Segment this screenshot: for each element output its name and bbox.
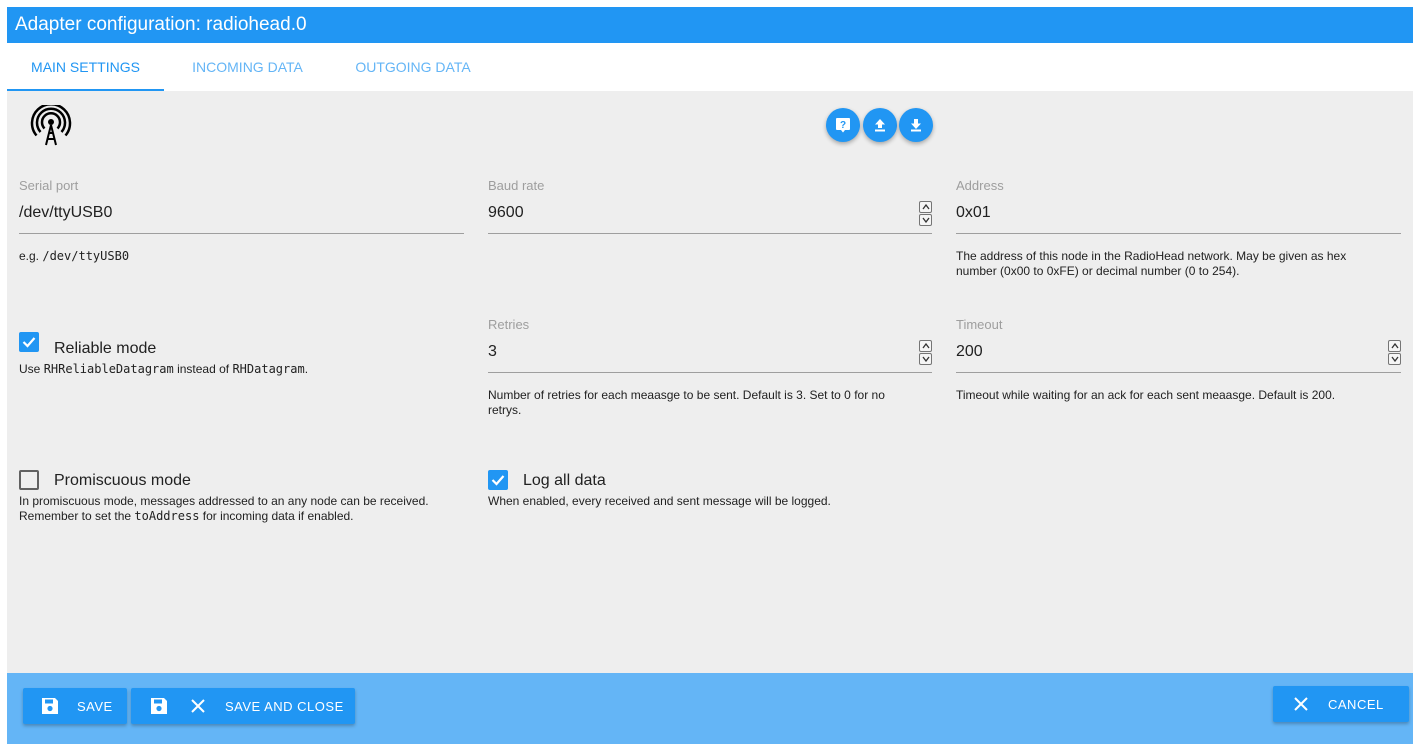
window-title: Adapter configuration: radiohead.0 (7, 7, 1413, 43)
save-label: SAVE (77, 698, 113, 714)
log-all-data-help: When enabled, every received and sent me… (488, 494, 831, 508)
promiscuous-mode-option: Promiscuous mode In promiscuous mode, me… (19, 470, 464, 530)
baud-rate-stepper[interactable] (919, 201, 932, 226)
baud-rate-underline (488, 233, 932, 234)
serial-port-underline (19, 233, 464, 234)
baud-rate-field: Baud rate 9600 (488, 178, 932, 278)
help-icon: ? (836, 118, 850, 133)
promiscuous-mode-checkbox[interactable] (19, 470, 39, 490)
address-field: Address 0x01 The address of this node in… (956, 178, 1401, 288)
serial-port-field: Serial port /dev/ttyUSB0 e.g. /dev/ttyUS… (19, 178, 464, 278)
reliable-mode-option: Reliable mode Use RHReliableDatagram ins… (19, 332, 464, 377)
timeout-label: Timeout (956, 317, 1003, 332)
address-help: The address of this node in the RadioHea… (956, 249, 1347, 278)
promiscuous-mode-label: Promiscuous mode (54, 472, 191, 489)
svg-text:?: ? (840, 120, 846, 131)
timeout-stepper[interactable] (1388, 340, 1401, 365)
reliable-mode-label: Reliable mode (54, 340, 157, 357)
checkmark-icon (22, 337, 36, 348)
checkmark-icon (491, 475, 505, 486)
save-and-close-button[interactable]: SAVE AND CLOSE (131, 688, 355, 724)
close-icon (191, 699, 205, 713)
address-input[interactable]: 0x01 (956, 204, 991, 222)
timeout-underline (956, 372, 1401, 373)
address-label: Address (956, 178, 1004, 193)
save-icon (42, 698, 58, 714)
upload-button[interactable] (863, 108, 897, 142)
retries-underline (488, 372, 932, 373)
log-all-data-checkbox[interactable] (488, 470, 508, 490)
serial-port-label: Serial port (19, 178, 79, 193)
cancel-button[interactable]: CANCEL (1273, 686, 1409, 722)
save-and-close-label: SAVE AND CLOSE (225, 698, 344, 714)
serial-port-help: e.g. /dev/ttyUSB0 (19, 249, 130, 263)
baud-rate-label: Baud rate (488, 178, 545, 193)
stepper-up-icon[interactable] (919, 201, 932, 213)
timeout-field: Timeout 200 Timeout while waiting for an… (956, 317, 1401, 417)
tab-main-settings[interactable]: MAIN SETTINGS (7, 43, 164, 91)
adapter-config-window: Adapter configuration: radiohead.0 MAIN … (7, 7, 1413, 744)
retries-input[interactable]: 3 (488, 343, 497, 361)
cancel-label: CANCEL (1328, 696, 1384, 712)
retries-field: Retries 3 Number of retries for each mea… (488, 317, 932, 427)
stepper-up-icon[interactable] (919, 340, 932, 352)
log-all-data-label: Log all data (523, 472, 606, 489)
help-button[interactable]: ? (826, 108, 860, 142)
retries-help: Number of retries for each meaasge to be… (488, 388, 885, 417)
stepper-down-icon[interactable] (919, 353, 932, 365)
baud-rate-input[interactable]: 9600 (488, 204, 524, 222)
stepper-up-icon[interactable] (1388, 340, 1401, 352)
log-all-data-option: Log all data When enabled, every receive… (488, 470, 932, 515)
address-underline (956, 233, 1401, 234)
download-icon (911, 119, 921, 132)
radio-tower-icon (30, 102, 72, 147)
close-icon (1294, 697, 1308, 711)
stepper-down-icon[interactable] (919, 214, 932, 226)
retries-stepper[interactable] (919, 340, 932, 365)
timeout-help: Timeout while waiting for an ack for eac… (956, 388, 1336, 402)
tab-outgoing-data[interactable]: OUTGOING DATA (331, 43, 495, 91)
save-icon (151, 698, 167, 714)
tab-incoming-data[interactable]: INCOMING DATA (164, 43, 331, 91)
reliable-mode-help: Use RHReliableDatagram instead of RHData… (19, 362, 309, 376)
save-button[interactable]: SAVE (23, 688, 127, 724)
serial-port-input[interactable]: /dev/ttyUSB0 (19, 204, 112, 222)
download-button[interactable] (899, 108, 933, 142)
stepper-down-icon[interactable] (1388, 353, 1401, 365)
retries-label: Retries (488, 317, 530, 332)
promiscuous-mode-help: In promiscuous mode, messages addressed … (19, 494, 429, 523)
reliable-mode-checkbox[interactable] (19, 332, 39, 352)
upload-icon (875, 119, 885, 132)
tab-bar: MAIN SETTINGS INCOMING DATA OUTGOING DAT… (7, 43, 1413, 91)
footer-bar: SAVE SAVE AND CLOSE CANCEL (7, 673, 1413, 744)
timeout-input[interactable]: 200 (956, 343, 983, 361)
